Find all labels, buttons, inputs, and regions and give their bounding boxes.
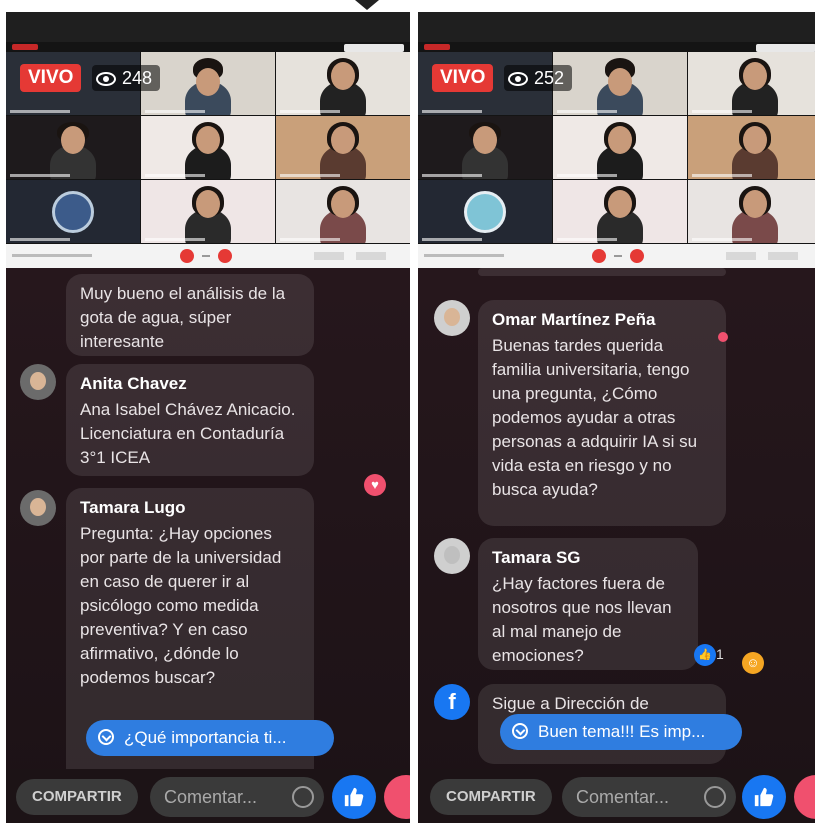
meeting-toolbar bbox=[756, 44, 815, 52]
heart-icon bbox=[718, 332, 728, 342]
meeting-toolbar bbox=[344, 44, 404, 52]
participant-tile bbox=[141, 52, 275, 115]
comment-bubble-partial bbox=[478, 268, 726, 276]
eye-icon bbox=[508, 72, 528, 87]
emoji-icon: ☺ bbox=[742, 652, 764, 674]
comment-bubble: Tamara SG ¿Hay factores fuera de nosotro… bbox=[478, 538, 698, 670]
participant-tile bbox=[688, 116, 815, 179]
participant-tile bbox=[553, 180, 687, 243]
camera-button[interactable] bbox=[218, 249, 232, 263]
participant-tile bbox=[418, 180, 552, 243]
share-button[interactable]: COMPARTIR bbox=[16, 779, 138, 815]
chevron-down-icon bbox=[98, 729, 114, 745]
video-topbar bbox=[6, 12, 410, 42]
participant-tile bbox=[688, 52, 815, 115]
comment-author[interactable]: Tamara Lugo bbox=[80, 496, 300, 520]
comment-input[interactable]: Comentar... bbox=[150, 777, 324, 817]
viewer-count-value: 252 bbox=[534, 68, 565, 88]
live-badge: VIVO bbox=[20, 64, 82, 92]
participant-tile bbox=[276, 52, 410, 115]
recording-indicator bbox=[12, 44, 38, 50]
viewer-count: 252 bbox=[504, 65, 573, 91]
share-button[interactable]: COMPARTIR bbox=[430, 779, 552, 815]
live-footer: COMPARTIR Comentar... bbox=[418, 769, 815, 823]
participant-tile bbox=[553, 52, 687, 115]
camera-button[interactable] bbox=[630, 249, 644, 263]
pinned-comment-text: ¿Qué importancia ti... bbox=[124, 728, 287, 747]
like-icon: 👍 bbox=[694, 644, 716, 666]
meeting-controls bbox=[6, 244, 410, 268]
participant-tile bbox=[6, 180, 140, 243]
comment-author[interactable]: Anita Chavez bbox=[80, 372, 300, 396]
meeting-controls bbox=[418, 244, 815, 268]
avatar[interactable] bbox=[20, 364, 56, 400]
live-panel-right: VIVO 252 Omar Martínez Peña Buenas tarde… bbox=[418, 12, 815, 823]
comment-text: Pregunta: ¿Hay opciones por parte de la … bbox=[80, 524, 282, 687]
smile-icon[interactable] bbox=[292, 786, 314, 808]
like-icon[interactable] bbox=[742, 775, 786, 819]
heart-icon[interactable] bbox=[384, 775, 410, 819]
live-footer: COMPARTIR Comentar... bbox=[6, 769, 410, 823]
participant-tile bbox=[141, 116, 275, 179]
avatar[interactable] bbox=[20, 490, 56, 526]
live-badge: VIVO bbox=[432, 64, 494, 92]
participant-tile bbox=[276, 180, 410, 243]
mic-button[interactable] bbox=[592, 249, 606, 263]
comment-bubble: Omar Martínez Peña Buenas tardes querida… bbox=[478, 300, 726, 526]
pinned-comment-text: Buen tema!!! Es imp... bbox=[538, 722, 706, 741]
recording-indicator bbox=[424, 44, 450, 50]
comment-text: ¿Hay factores fuera de nosotros que nos … bbox=[492, 574, 672, 665]
chevron-down-icon bbox=[512, 723, 528, 739]
facebook-icon[interactable]: f bbox=[434, 684, 470, 720]
comment-text: Ana Isabel Chávez Anicacio. Licenciatura… bbox=[80, 400, 296, 467]
participant-tile bbox=[418, 116, 552, 179]
live-panel-left: VIVO 248 Muy bueno el análisis de la got… bbox=[6, 12, 410, 823]
participant-tile bbox=[688, 180, 815, 243]
comment-text: Muy bueno el análisis de la gota de agua… bbox=[80, 284, 286, 351]
comment-placeholder: Comentar... bbox=[576, 787, 670, 807]
pinned-comment-pill[interactable]: ¿Qué importancia ti... bbox=[86, 720, 334, 756]
comment-text: Buenas tardes querida familia universita… bbox=[492, 336, 698, 499]
participant-tile bbox=[276, 116, 410, 179]
heart-icon[interactable] bbox=[794, 775, 815, 819]
viewer-count: 248 bbox=[92, 65, 161, 91]
avatar[interactable] bbox=[434, 538, 470, 574]
comment-author[interactable]: Omar Martínez Peña bbox=[492, 308, 712, 332]
video-stream[interactable]: VIVO 252 bbox=[418, 12, 815, 244]
comment-author[interactable]: Tamara SG bbox=[492, 546, 684, 570]
comment-text: Sigue a Dirección de bbox=[492, 694, 649, 713]
participant-tile bbox=[6, 116, 140, 179]
smile-icon[interactable] bbox=[704, 786, 726, 808]
comment-input[interactable]: Comentar... bbox=[562, 777, 736, 817]
participant-tile bbox=[141, 180, 275, 243]
reaction-count: 1 bbox=[716, 646, 724, 662]
heart-icon: ♥ bbox=[364, 474, 386, 496]
viewer-count-value: 248 bbox=[122, 68, 153, 88]
comment-bubble: Anita Chavez Ana Isabel Chávez Anicacio.… bbox=[66, 364, 314, 476]
comment-placeholder: Comentar... bbox=[164, 787, 258, 807]
video-topbar bbox=[418, 12, 815, 42]
avatar[interactable] bbox=[434, 300, 470, 336]
participant-tile bbox=[553, 116, 687, 179]
eye-icon bbox=[96, 72, 116, 87]
pinned-comment-pill[interactable]: Buen tema!!! Es imp... bbox=[500, 714, 742, 750]
arrow-down-indicator bbox=[355, 0, 379, 10]
video-stream[interactable]: VIVO 248 bbox=[6, 12, 410, 244]
comment-bubble: Muy bueno el análisis de la gota de agua… bbox=[66, 274, 314, 356]
like-icon[interactable] bbox=[332, 775, 376, 819]
mic-button[interactable] bbox=[180, 249, 194, 263]
